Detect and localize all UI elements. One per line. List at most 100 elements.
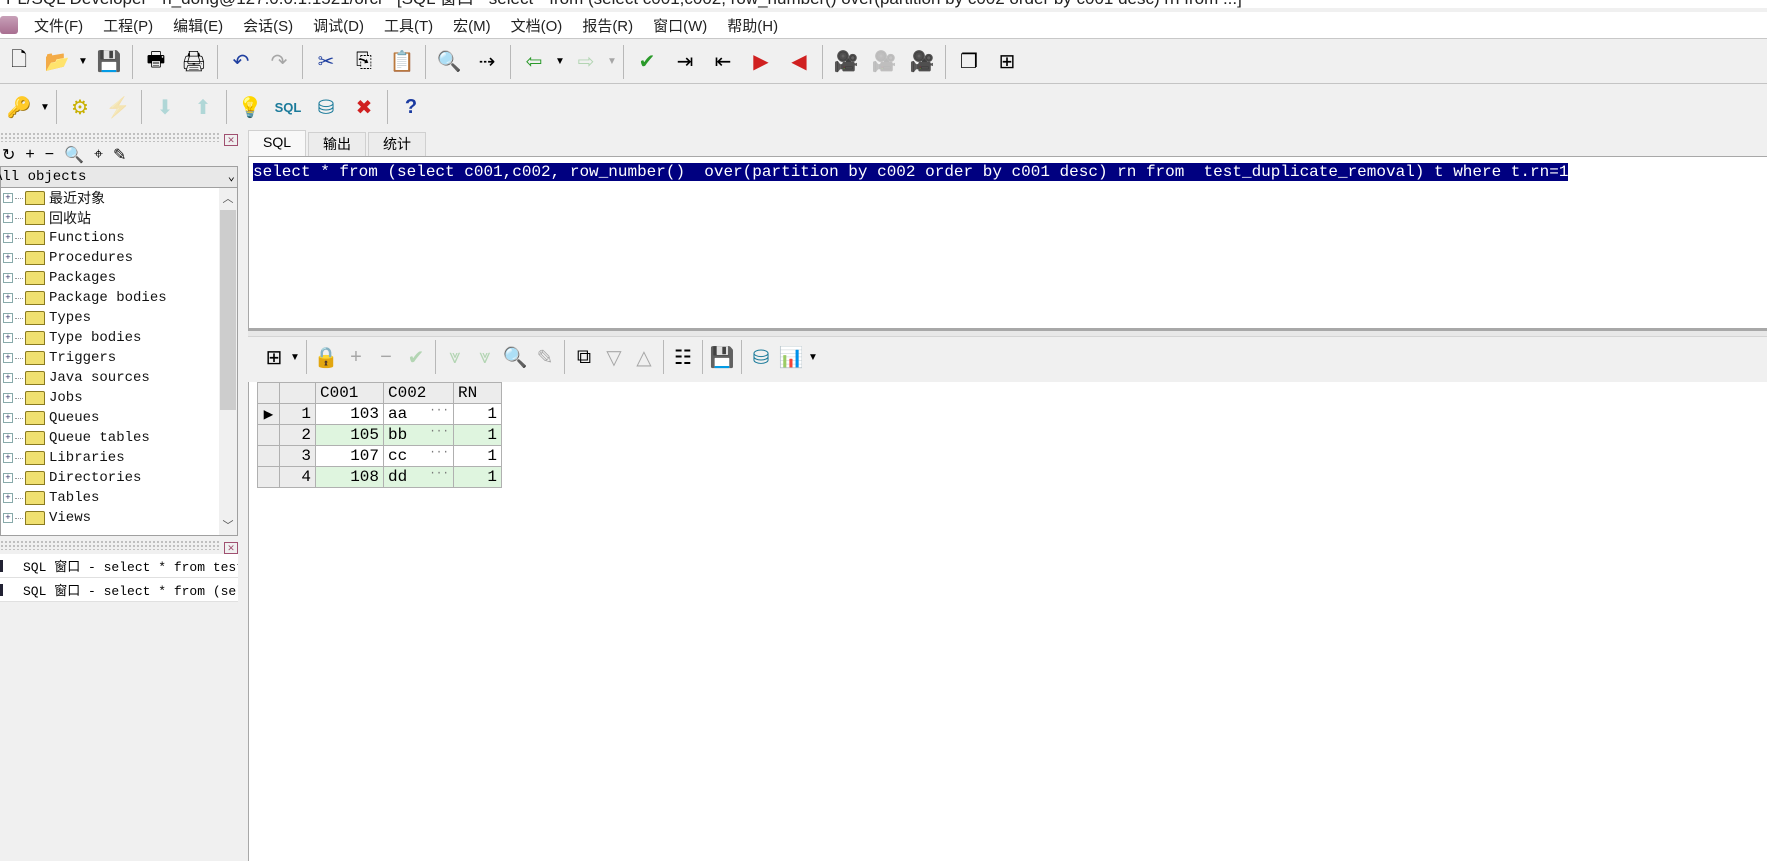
clear-record-icon[interactable]: ✎	[530, 340, 560, 374]
fetch-last-icon[interactable]: ⩔	[470, 340, 500, 374]
table-row[interactable]: 4 108 dd ··· 1	[257, 466, 502, 488]
fetch-next-icon[interactable]: ⩔	[440, 340, 470, 374]
find-object-icon[interactable]: 🔍	[64, 145, 84, 165]
play-macro-icon[interactable]: 🎥	[865, 45, 903, 79]
new-icon[interactable]: 🗋	[0, 45, 38, 79]
menu-edit[interactable]: 编辑(E)	[163, 15, 233, 36]
chart-icon[interactable]: 📊	[776, 340, 806, 374]
tree-item[interactable]: + Libraries	[1, 448, 237, 468]
panel-grip[interactable]	[0, 540, 220, 550]
export-icon[interactable]: ⇨	[567, 45, 605, 79]
rollback-icon[interactable]: ⬆	[184, 90, 222, 124]
paste-icon[interactable]: 📋	[383, 45, 421, 79]
tree-item[interactable]: + Packages	[1, 268, 237, 288]
expand-icon[interactable]: +	[25, 146, 34, 164]
tree-item[interactable]: + Package bodies	[1, 288, 237, 308]
clear-icon[interactable]: ✖	[345, 90, 383, 124]
window-list-item[interactable]: SQL 窗口 - select * from (select c001,c002	[0, 578, 238, 602]
check-icon[interactable]: ✔	[628, 45, 666, 79]
expand-node-icon[interactable]: +	[3, 253, 13, 263]
tile-windows-icon[interactable]: ⊞	[988, 45, 1026, 79]
macro-library-icon[interactable]: 🎥	[903, 45, 941, 79]
find-icon[interactable]: 🔍	[430, 45, 468, 79]
table-row[interactable]: 3 107 cc ··· 1	[257, 445, 502, 467]
open-icon[interactable]: 📂	[38, 45, 76, 79]
print-preview-icon[interactable]: 🖨	[175, 45, 213, 79]
export-dropdown[interactable]: ▼	[605, 56, 619, 67]
menu-window[interactable]: 窗口(W)	[643, 15, 717, 36]
filter-edit-icon[interactable]: ✎	[113, 145, 126, 165]
tree-item[interactable]: + Type bodies	[1, 328, 237, 348]
ellipsis-button[interactable]: ···	[429, 426, 449, 438]
expand-node-icon[interactable]: +	[3, 333, 13, 343]
find-in-grid-icon[interactable]: 🔍	[500, 340, 530, 374]
collapse-icon[interactable]: −	[45, 146, 54, 164]
grid-layout-dropdown[interactable]: ▼	[288, 352, 302, 363]
tree-item[interactable]: + Views	[1, 508, 237, 528]
lock-icon[interactable]: 🔒	[311, 340, 341, 374]
tree-scrollbar[interactable]: ︿ ﹀	[219, 188, 237, 535]
cut-icon[interactable]: ✂	[307, 45, 345, 79]
tree-item[interactable]: + Queue tables	[1, 428, 237, 448]
chevron-down-icon[interactable]: ⌄	[228, 167, 235, 187]
undo-icon[interactable]: ↶	[222, 45, 260, 79]
import-dropdown[interactable]: ▼	[553, 56, 567, 67]
editor-splitter[interactable]	[248, 329, 1767, 337]
grid-layout-icon[interactable]: ⊞	[260, 340, 288, 374]
tree-item[interactable]: + Directories	[1, 468, 237, 488]
expand-node-icon[interactable]: +	[3, 313, 13, 323]
menu-help[interactable]: 帮助(H)	[717, 15, 788, 36]
insert-record-icon[interactable]: +	[341, 340, 371, 374]
import-icon[interactable]: ⇦	[515, 45, 553, 79]
break-icon[interactable]: ⚡	[99, 90, 137, 124]
redo-icon[interactable]: ↷	[260, 45, 298, 79]
close-panel-icon[interactable]: ✕	[224, 134, 238, 146]
expand-node-icon[interactable]: +	[3, 193, 13, 203]
tree-item[interactable]: + Jobs	[1, 388, 237, 408]
tree-item[interactable]: + Functions	[1, 228, 237, 248]
save-icon[interactable]: 💾	[90, 45, 128, 79]
expand-node-icon[interactable]: +	[3, 493, 13, 503]
cascade-windows-icon[interactable]: ❐	[950, 45, 988, 79]
menu-reports[interactable]: 报告(R)	[572, 15, 643, 36]
expand-node-icon[interactable]: +	[3, 273, 13, 283]
tab-output[interactable]: 输出	[308, 132, 367, 156]
chart-dropdown[interactable]: ▼	[806, 352, 820, 363]
tree-item[interactable]: + Procedures	[1, 248, 237, 268]
open-dropdown[interactable]: ▼	[76, 56, 90, 67]
uncomment-icon[interactable]: ◀	[780, 45, 818, 79]
single-record-view-icon[interactable]: ☷	[668, 340, 698, 374]
execute-icon[interactable]: ⚙	[61, 90, 99, 124]
table-row[interactable]: 2 105 bb ··· 1	[257, 424, 502, 446]
log-on-dropdown[interactable]: ▼	[38, 102, 52, 113]
window-list-item[interactable]: SQL 窗口 - select * from test_duplicate_re…	[0, 554, 238, 578]
menu-macro[interactable]: 宏(M)	[443, 15, 501, 36]
expand-node-icon[interactable]: +	[3, 473, 13, 483]
commit-icon[interactable]: ⬇	[146, 90, 184, 124]
copy-icon[interactable]: ⎘	[345, 45, 383, 79]
delete-record-icon[interactable]: −	[371, 340, 401, 374]
tree-item[interactable]: + Java sources	[1, 368, 237, 388]
expand-node-icon[interactable]: +	[3, 393, 13, 403]
unindent-icon[interactable]: ⇤	[704, 45, 742, 79]
previous-page-icon[interactable]: △	[629, 340, 659, 374]
expand-node-icon[interactable]: +	[3, 353, 13, 363]
tree-item[interactable]: + 最近对象	[1, 188, 237, 208]
expand-node-icon[interactable]: +	[3, 293, 13, 303]
query-by-example-icon[interactable]: ⧉	[569, 340, 599, 374]
ellipsis-button[interactable]: ···	[429, 468, 449, 480]
table-row[interactable]: ▶ 1 103 aa ··· 1	[257, 403, 502, 425]
tree-item[interactable]: + Triggers	[1, 348, 237, 368]
tree-item[interactable]: + Tables	[1, 488, 237, 508]
print-icon[interactable]: 🖶	[137, 45, 175, 79]
next-page-icon[interactable]: ▽	[599, 340, 629, 374]
column-header-rn[interactable]: RN	[453, 382, 502, 404]
log-on-icon[interactable]: 🔑	[0, 90, 38, 124]
scroll-down-icon[interactable]: ﹀	[219, 517, 237, 533]
sql-editor[interactable]: select * from (select c001,c002, row_num…	[248, 156, 1767, 329]
expand-node-icon[interactable]: +	[3, 233, 13, 243]
menu-session[interactable]: 会话(S)	[233, 15, 303, 36]
expand-node-icon[interactable]: +	[3, 453, 13, 463]
scrollbar-thumb[interactable]	[220, 210, 236, 410]
indent-icon[interactable]: ⇥	[666, 45, 704, 79]
